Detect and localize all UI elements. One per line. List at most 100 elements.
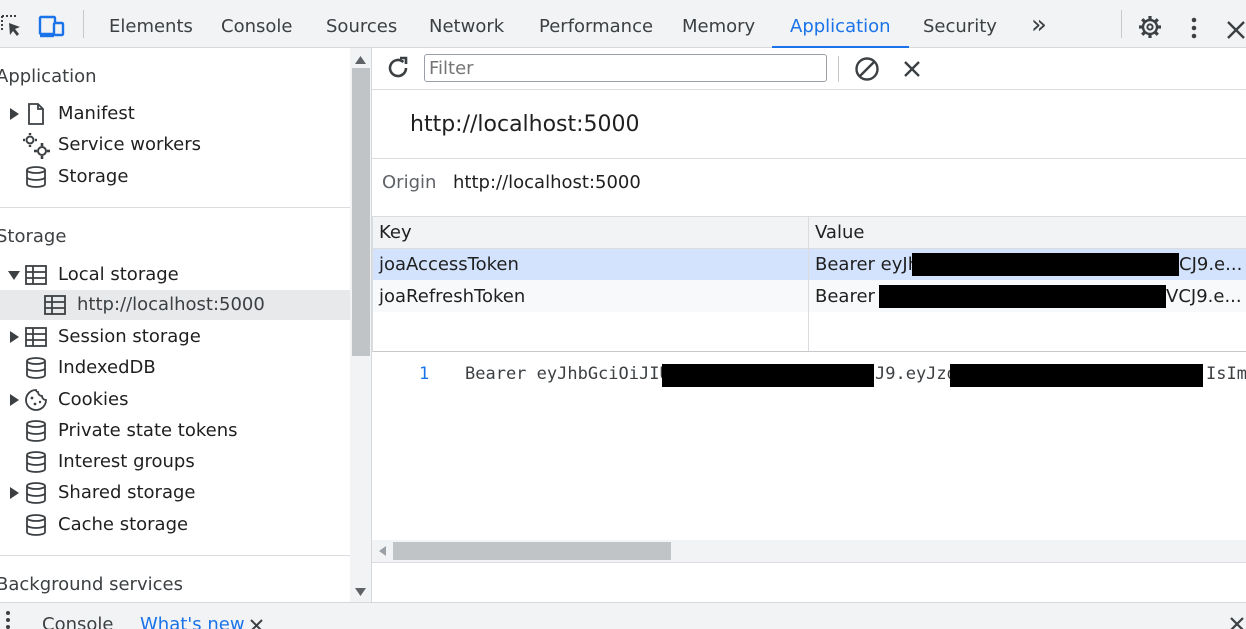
sidebar-item-service-workers[interactable]: Service workers xyxy=(0,130,350,160)
tab-elements[interactable]: Elements xyxy=(109,0,193,48)
refresh-icon[interactable] xyxy=(385,55,411,81)
horizontal-scrollbar-thumb[interactable] xyxy=(393,542,671,560)
tab-security[interactable]: Security xyxy=(923,0,997,48)
scroll-up-arrow-icon[interactable] xyxy=(355,56,366,64)
table-row[interactable]: joaRefreshToken Bearer e VCJ9.e... xyxy=(373,280,1246,312)
settings-gear-icon[interactable] xyxy=(1138,14,1162,40)
database-icon xyxy=(26,451,46,473)
devtools-tab-bar: Elements Console Sources Network Perform… xyxy=(0,0,1246,48)
sidebar-item-indexeddb[interactable]: IndexedDB xyxy=(0,353,350,383)
table-row[interactable]: joaAccessToken Bearer eyJh CJ9.e... xyxy=(373,249,1246,280)
tab-application[interactable]: Application xyxy=(772,0,909,48)
table-icon xyxy=(25,265,47,285)
cell-value-start: Bearer eyJh xyxy=(815,254,920,275)
sidebar-item-label: Manifest xyxy=(58,103,135,124)
close-drawer-icon[interactable] xyxy=(1230,617,1244,629)
expand-arrow-icon[interactable] xyxy=(10,394,19,406)
tab-console[interactable]: Console xyxy=(221,0,292,48)
sidebar-item-storage-overview[interactable]: Storage xyxy=(0,162,350,192)
section-title-background-services: Background services xyxy=(0,574,183,595)
sidebar-item-label: Session storage xyxy=(58,326,201,347)
expand-arrow-icon[interactable] xyxy=(10,108,19,120)
origin-label: Origin xyxy=(382,172,437,193)
table-header-row: Key Value xyxy=(373,217,1246,249)
sidebar-item-label: Shared storage xyxy=(58,482,196,503)
section-title-application: Application xyxy=(0,66,97,87)
value-preview: 1 Bearer eyJhbGciOiJIU J9.eyJzd IsIm xyxy=(372,354,1246,540)
collapse-arrow-icon[interactable] xyxy=(8,271,20,280)
cell-key: joaRefreshToken xyxy=(379,286,526,307)
cell-value-end: VCJ9.e... xyxy=(1166,286,1242,307)
filter-input[interactable] xyxy=(424,54,827,82)
section-title-storage: Storage xyxy=(0,226,67,247)
tab-network[interactable]: Network xyxy=(429,0,504,48)
sidebar-item-private-state-tokens[interactable]: Private state tokens xyxy=(0,416,350,446)
sidebar-item-label: Cookies xyxy=(58,389,129,410)
sidebar-item-local-storage[interactable]: Local storage xyxy=(0,260,350,290)
column-divider[interactable] xyxy=(808,217,809,351)
sidebar-item-manifest[interactable]: Manifest xyxy=(0,99,350,129)
column-header-value[interactable]: Value xyxy=(815,222,864,243)
sidebar-item-session-storage[interactable]: Session storage xyxy=(0,322,350,352)
sidebar-item-interest-groups[interactable]: Interest groups xyxy=(0,447,350,477)
sidebar-item-label: Private state tokens xyxy=(58,420,238,441)
expand-arrow-icon[interactable] xyxy=(10,331,19,343)
application-sidebar: Application Manifest Service workers Sto… xyxy=(0,48,350,602)
sidebar-item-label: http://localhost:5000 xyxy=(77,294,265,315)
drawer-menu-icon[interactable] xyxy=(4,610,12,629)
sidebar-item-cache-storage[interactable]: Cache storage xyxy=(0,510,350,540)
storage-table: Key Value joaAccessToken Bearer eyJh CJ9… xyxy=(372,217,1246,352)
origin-heading: http://localhost:5000 xyxy=(410,112,640,137)
sidebar-item-localhost-5000[interactable]: http://localhost:5000 xyxy=(0,290,350,320)
sidebar-item-label: Local storage xyxy=(58,264,179,285)
database-icon xyxy=(26,166,46,188)
local-storage-pane: http://localhost:5000 Origin http://loca… xyxy=(372,48,1246,602)
database-icon xyxy=(26,420,46,442)
sidebar-item-label: Interest groups xyxy=(58,451,195,472)
table-icon xyxy=(44,295,66,315)
close-whats-new-icon[interactable] xyxy=(250,619,263,629)
preview-text-seg3: IsIm xyxy=(1206,364,1246,384)
sidebar-item-shared-storage[interactable]: Shared storage xyxy=(0,478,350,508)
preview-text-seg1: Bearer eyJhbGciOiJIU xyxy=(465,364,670,384)
redaction-bar xyxy=(879,285,1166,308)
sidebar-item-label: Storage xyxy=(58,166,129,187)
table-icon xyxy=(25,327,47,347)
scroll-left-arrow-icon[interactable] xyxy=(379,546,386,556)
redaction-bar xyxy=(950,364,1203,387)
preview-text-seg2: J9.eyJzd xyxy=(875,364,957,384)
tab-performance[interactable]: Performance xyxy=(539,0,653,48)
sidebar-scrollbar-thumb[interactable] xyxy=(352,68,370,356)
database-icon xyxy=(26,357,46,379)
expand-arrow-icon[interactable] xyxy=(10,487,19,499)
device-toolbar-icon[interactable] xyxy=(38,13,66,39)
more-tabs-button[interactable]: » xyxy=(1031,0,1047,48)
sidebar-item-cookies[interactable]: Cookies xyxy=(0,385,350,415)
database-icon xyxy=(26,514,46,536)
more-options-icon[interactable] xyxy=(1188,15,1200,41)
line-number: 1 xyxy=(419,364,430,384)
cookie-icon xyxy=(25,389,47,411)
drawer-tab-whats-new[interactable]: What's new xyxy=(140,614,245,629)
gears-icon xyxy=(23,133,50,159)
tab-sources[interactable]: Sources xyxy=(326,0,397,48)
database-icon xyxy=(26,482,46,504)
close-devtools-icon[interactable] xyxy=(1226,17,1246,43)
document-icon xyxy=(28,103,44,125)
sidebar-item-label: Service workers xyxy=(58,134,202,155)
inspect-element-icon[interactable] xyxy=(0,13,24,39)
redaction-bar xyxy=(912,253,1179,276)
cell-value-end: CJ9.e... xyxy=(1179,254,1243,275)
redaction-bar xyxy=(662,364,874,387)
delete-selected-icon[interactable] xyxy=(903,60,921,78)
tab-memory[interactable]: Memory xyxy=(682,0,755,48)
sidebar-item-label: IndexedDB xyxy=(58,357,156,378)
scroll-down-arrow-icon[interactable] xyxy=(355,588,366,596)
drawer-tab-console[interactable]: Console xyxy=(42,614,113,629)
origin-value: http://localhost:5000 xyxy=(453,172,641,193)
clear-all-icon[interactable] xyxy=(854,56,880,82)
sidebar-item-label: Cache storage xyxy=(58,514,189,535)
column-header-key[interactable]: Key xyxy=(379,222,412,243)
preview-horizontal-scrollbar[interactable] xyxy=(372,540,1246,562)
drawer-tab-bar: Console What's new xyxy=(0,602,1246,629)
